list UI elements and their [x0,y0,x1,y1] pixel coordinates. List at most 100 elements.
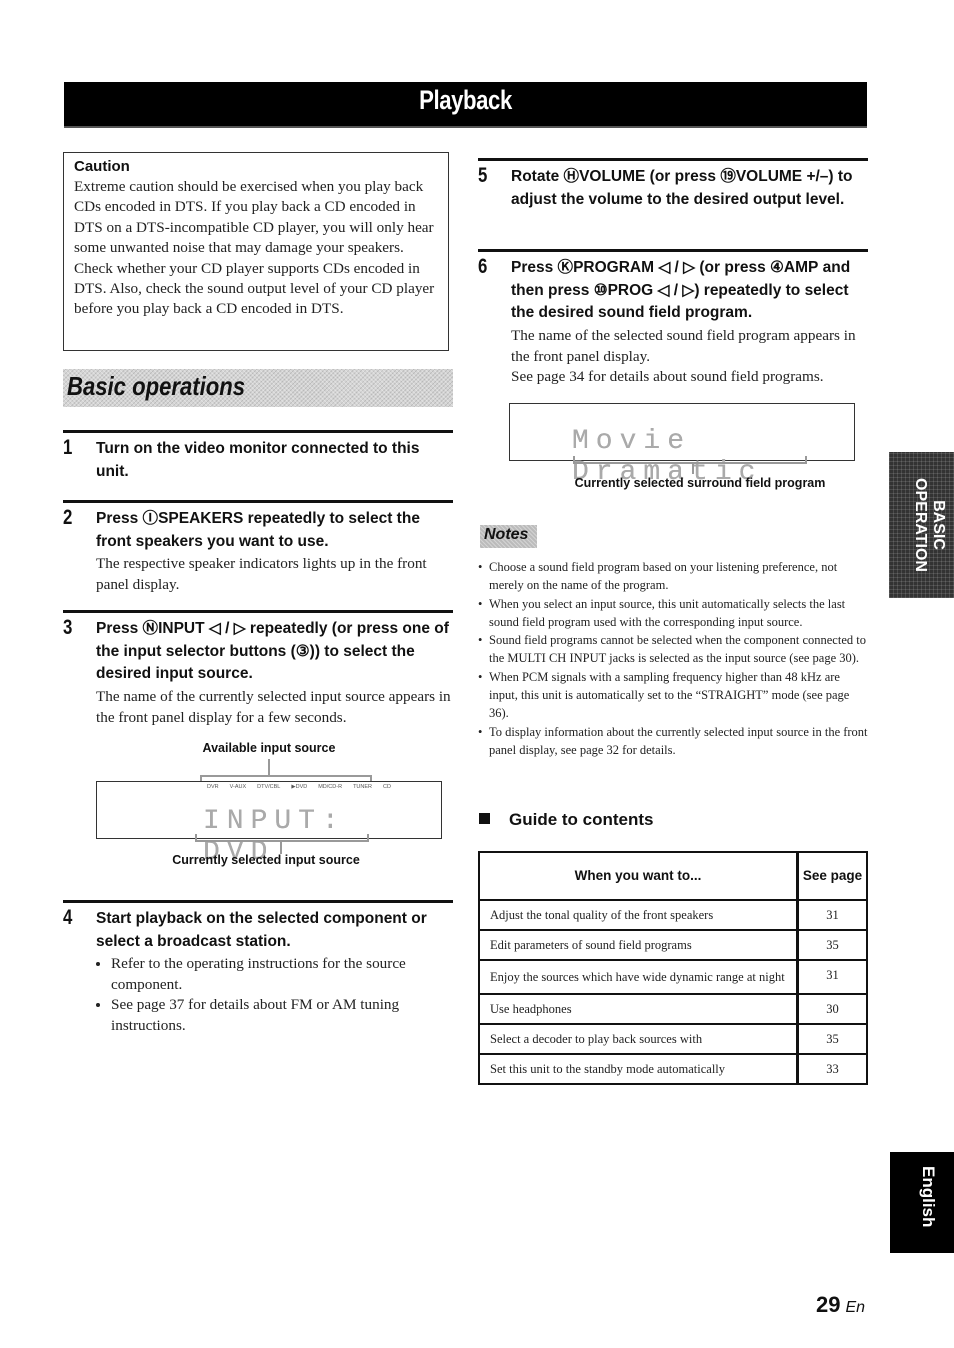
table-row: Set this unit to the standby mode automa… [478,1053,868,1085]
section-side-tab-label: BASIC OPERATION [895,452,947,598]
section-side-tab: BASIC OPERATION [889,452,954,598]
button-label: SPEAKERS [158,510,244,527]
button-ref-icon: Ⓗ [563,168,580,185]
selected-bracket [195,834,369,842]
step-number: 6 [478,255,488,278]
table-row: Enjoy the sources which have wide dynami… [478,959,868,995]
step-body: The respective speaker indicators lights… [96,555,427,593]
note-item: When you select an input source, this un… [478,595,868,632]
page-cell: 31 [796,899,868,931]
step-body: The name of the selected sound field pro… [511,326,868,388]
page-cell: 35 [796,1023,868,1055]
input-source-list: DVR V-AUX DTV/CBL ▶DVD MD/CD-R TUNER CD [207,784,391,790]
step-number: 5 [478,164,488,187]
step-5: 5 Rotate ⒽVOLUME (or press ⑲VOLUME +/–) … [478,158,868,241]
caption-leader [268,759,270,775]
input-source: DTV/CBL [257,784,281,790]
notes-badge: Notes [480,525,537,548]
note-item: Sound field programs cannot be selected … [478,631,868,668]
input-source: MD/CD-R [318,784,343,790]
program-display: Movie Dramatic [509,403,855,488]
program-caption: Currently selected surround field progra… [574,476,826,490]
step-title-text: (or press ⑲ [645,168,736,185]
side-tab-line: BASIC [930,500,947,550]
table-row: Select a decoder to play back sources wi… [478,1023,868,1055]
page-cell: 35 [796,929,868,961]
step-3: 3 Press ⓃINPUT ◁ / ▷ repeatedly (or pres… [63,610,453,733]
step-title-text: Press [96,620,143,637]
section-header: Basic operations [63,369,453,407]
input-source: CD [383,784,391,790]
guide-table: When you want to... See page Adjust the … [478,851,868,1085]
table-header-row: When you want to... See page [478,851,868,901]
caution-title: Caution [74,158,130,175]
page-banner: Playback [64,82,867,128]
task-cell: Select a decoder to play back sources wi… [478,1023,799,1055]
step-number: 3 [63,616,73,639]
step-6: 6 Press ⓀPROGRAM ◁ / ▷ (or press ④AMP an… [478,249,868,397]
step-2: 2 Press ⒾSPEAKERS repeatedly to select t… [63,500,453,603]
input-source: TUNER [353,784,373,790]
notes-label: Notes [484,526,529,543]
language-code: En [845,1299,866,1316]
step-body: Refer to the operating instructions for … [96,954,453,1036]
column-header-task: When you want to... [478,851,799,901]
caution-text: Extreme caution should be exercised when… [74,178,435,318]
step-body-line: See page 34 for details about sound fiel… [511,368,824,385]
guide-heading: Guide to contents [479,810,654,830]
notes-list: Choose a sound field program based on yo… [478,558,868,759]
table-row: Edit parameters of sound field programs … [478,929,868,961]
language-side-tab: English [890,1152,954,1253]
available-input-caption: Available input source [202,741,336,755]
note-item: Choose a sound field program based on yo… [478,558,868,595]
square-bullet-icon [479,813,490,824]
task-cell: Adjust the tonal quality of the front sp… [478,899,799,931]
step-bullet: Refer to the operating instructions for … [111,954,453,995]
page-title: Playback [419,85,512,115]
page-cell: 30 [796,993,868,1025]
front-panel-display: DVR V-AUX DTV/CBL ▶DVD MD/CD-R TUNER CD … [96,781,442,868]
guide-title: Guide to contents [509,810,654,829]
step-number: 1 [63,436,73,459]
side-tab-line: OPERATION [912,478,929,572]
page-number: 29 En [816,1292,865,1318]
note-item: To display information about the current… [478,723,868,760]
caption-leader [692,464,694,474]
step-title: Start playback on the selected component… [96,910,427,950]
selected-input-caption: Currently selected input source [172,853,360,867]
step-body: The name of the currently selected input… [96,688,451,726]
step-title-text: Rotate [511,168,564,185]
step-bullet: See page 37 for details about FM or AM t… [111,995,453,1036]
step-title-text: Press [511,259,558,276]
task-cell: Set this unit to the standby mode automa… [478,1053,799,1085]
column-header-page: See page [796,851,868,901]
step-body-line: The name of the selected sound field pro… [511,327,856,365]
step-title: Turn on the video monitor connected to t… [96,440,420,480]
button-label: INPUT [158,620,205,637]
button-label: PROGRAM [573,259,655,276]
button-label: VOLUME [579,168,646,185]
note-item: When PCM signals with a sampling frequen… [478,668,868,723]
task-cell: Use headphones [478,993,799,1025]
task-cell: Enjoy the sources which have wide dynami… [478,959,799,995]
step-title: Press ⓀPROGRAM ◁ / ▷ (or press ④AMP and … [511,257,868,325]
step-title: Press ⓃINPUT ◁ / ▷ repeatedly (or press … [96,618,453,686]
input-source: DVR [207,784,219,790]
language-side-tab-label: English [919,1166,938,1228]
step-1: 1 Turn on the video monitor connected to… [63,430,453,488]
page-number-value: 29 [816,1292,841,1317]
step-number: 4 [63,906,73,929]
button-label: AMP [783,259,819,276]
section-title: Basic operations [67,371,246,401]
table-row: Use headphones 30 [478,993,868,1025]
page-cell: 33 [796,1053,868,1085]
step-number: 2 [63,506,73,529]
input-source: V-AUX [229,784,247,790]
button-ref-icon: Ⓘ [142,510,159,527]
button-label: PROG [607,281,654,299]
page-cell: 31 [796,959,868,995]
button-ref-icon: Ⓝ [142,620,159,637]
table-row: Adjust the tonal quality of the front sp… [478,899,868,931]
button-label: VOLUME [735,168,803,185]
input-source-selected: ▶DVD [291,784,308,790]
